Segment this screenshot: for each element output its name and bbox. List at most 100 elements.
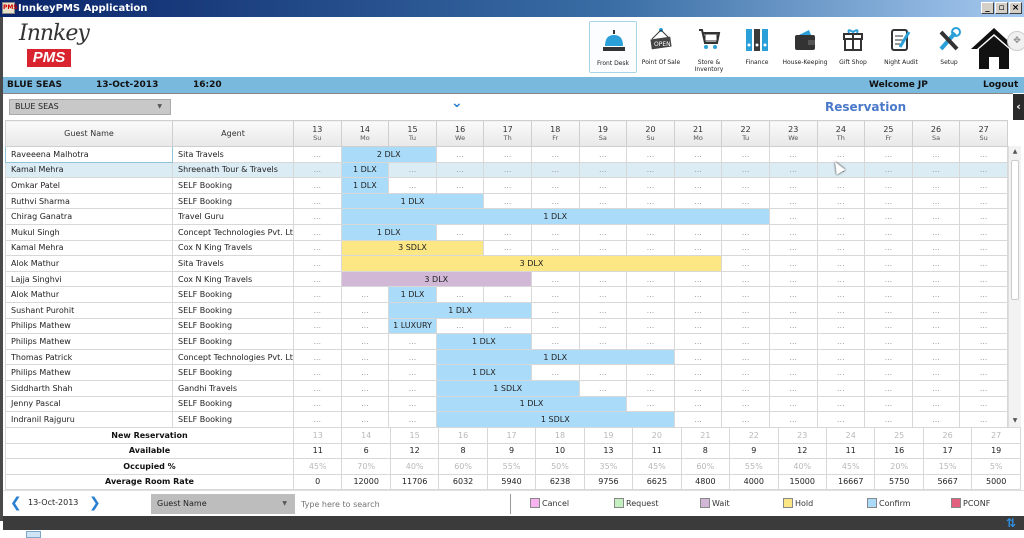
empty-date-cell[interactable]: ...: [959, 192, 1008, 210]
summary-value[interactable]: 24: [825, 427, 876, 444]
reservation-row[interactable]: Philips Mathew SELF Booking...... 1 LUXURY…: [5, 317, 1008, 335]
summary-value[interactable]: 18: [535, 427, 585, 444]
empty-date-cell[interactable]: ...: [293, 301, 342, 319]
empty-date-cell[interactable]: ...: [530, 317, 580, 335]
fullscreen-toggle-icon[interactable]: ✥: [1007, 31, 1024, 51]
guest-name-cell[interactable]: Thomas Patrick: [5, 348, 173, 366]
empty-date-cell[interactable]: ...: [293, 317, 342, 335]
empty-date-cell[interactable]: ...: [578, 286, 628, 303]
reservation-row[interactable]: Chirag Ganatra Travel Guru... 1 DLX.......…: [5, 208, 1008, 225]
empty-date-cell[interactable]: ...: [578, 317, 628, 335]
empty-date-cell[interactable]: ...: [293, 333, 342, 350]
empty-date-cell[interactable]: ...: [864, 395, 913, 413]
empty-date-cell[interactable]: ...: [340, 395, 390, 413]
empty-date-cell[interactable]: ...: [388, 379, 437, 397]
empty-date-cell[interactable]: ...: [293, 395, 342, 413]
empty-date-cell[interactable]: ...: [626, 364, 675, 381]
empty-date-cell[interactable]: ...: [340, 286, 390, 303]
empty-date-cell[interactable]: ...: [911, 177, 961, 194]
empty-date-cell[interactable]: ...: [911, 364, 961, 381]
minimize-button[interactable]: _: [981, 2, 994, 14]
empty-date-cell[interactable]: ...: [578, 333, 628, 350]
empty-date-cell[interactable]: ...: [959, 255, 1008, 272]
empty-date-cell[interactable]: ...: [911, 348, 961, 366]
module-setup[interactable]: Setup: [925, 21, 973, 73]
summary-value[interactable]: 17: [486, 427, 537, 444]
empty-date-cell[interactable]: ...: [388, 177, 437, 194]
booking-bar-wait[interactable]: 3 DLX: [340, 270, 532, 288]
booking-bar-confirm[interactable]: 1 DLX: [340, 161, 390, 179]
empty-date-cell[interactable]: ...: [911, 301, 961, 319]
module-finance[interactable]: Finance: [733, 21, 781, 73]
booking-bar-confirm[interactable]: 1 DLX: [340, 208, 770, 225]
empty-date-cell[interactable]: ...: [721, 395, 770, 413]
empty-date-cell[interactable]: ...: [673, 270, 723, 288]
empty-date-cell[interactable]: ...: [721, 348, 770, 366]
empty-date-cell[interactable]: ...: [293, 379, 342, 397]
summary-value[interactable]: 26: [922, 427, 973, 444]
empty-date-cell[interactable]: ...: [293, 348, 342, 366]
refresh-icon[interactable]: ⇅: [1006, 517, 1016, 529]
empty-date-cell[interactable]: ...: [626, 146, 675, 163]
empty-date-cell[interactable]: ...: [959, 333, 1008, 350]
summary-value[interactable]: 19: [583, 427, 634, 444]
empty-date-cell[interactable]: ...: [293, 239, 342, 257]
scroll-up-icon[interactable]: ▲: [1009, 146, 1021, 158]
empty-date-cell[interactable]: ...: [816, 301, 866, 319]
empty-date-cell[interactable]: ...: [864, 333, 913, 350]
empty-date-cell[interactable]: ...: [293, 177, 342, 194]
empty-date-cell[interactable]: ...: [959, 411, 1008, 428]
empty-date-cell[interactable]: ...: [626, 161, 675, 179]
empty-date-cell[interactable]: ...: [483, 192, 532, 210]
empty-date-cell[interactable]: ...: [959, 301, 1008, 319]
empty-date-cell[interactable]: ...: [864, 348, 913, 366]
empty-date-cell[interactable]: ...: [959, 395, 1008, 413]
empty-date-cell[interactable]: ...: [673, 364, 723, 381]
booking-bar-confirm[interactable]: 1 DLX: [435, 364, 532, 381]
empty-date-cell[interactable]: ...: [816, 333, 866, 350]
empty-date-cell[interactable]: ...: [293, 192, 342, 210]
empty-date-cell[interactable]: ...: [768, 146, 818, 163]
empty-date-cell[interactable]: ...: [340, 379, 390, 397]
empty-date-cell[interactable]: ...: [626, 395, 675, 413]
empty-date-cell[interactable]: ...: [340, 364, 390, 381]
empty-date-cell[interactable]: ...: [673, 161, 723, 179]
empty-date-cell[interactable]: ...: [388, 364, 437, 381]
empty-date-cell[interactable]: ...: [721, 333, 770, 350]
guest-name-cell[interactable]: Alok Mathur: [5, 286, 173, 303]
empty-date-cell[interactable]: ...: [578, 192, 628, 210]
empty-date-cell[interactable]: ...: [293, 411, 342, 428]
guest-name-cell[interactable]: Philips Mathew: [5, 317, 173, 335]
guest-name-cell[interactable]: Raveeena Malhotra: [5, 146, 173, 163]
summary-value[interactable]: 21: [680, 427, 731, 444]
summary-value[interactable]: 15: [389, 427, 440, 444]
booking-bar-confirm[interactable]: 1 DLX: [435, 395, 628, 413]
guest-name-cell[interactable]: Philips Mathew: [5, 364, 173, 381]
guest-name-cell[interactable]: Chirag Ganatra: [5, 208, 173, 225]
empty-date-cell[interactable]: ...: [340, 348, 390, 366]
empty-date-cell[interactable]: ...: [864, 286, 913, 303]
empty-date-cell[interactable]: ...: [673, 348, 723, 366]
empty-date-cell[interactable]: ...: [435, 286, 485, 303]
empty-date-cell[interactable]: ...: [293, 286, 342, 303]
empty-date-cell[interactable]: ...: [768, 223, 818, 241]
empty-date-cell[interactable]: ...: [959, 270, 1008, 288]
reservation-row[interactable]: Jenny Pascal SELF Booking......... 1 DLX..…: [5, 395, 1008, 413]
empty-date-cell[interactable]: ...: [530, 364, 580, 381]
empty-date-cell[interactable]: ...: [388, 395, 437, 413]
empty-date-cell[interactable]: ...: [626, 177, 675, 194]
guest-name-cell[interactable]: Jenny Pascal: [5, 395, 173, 413]
empty-date-cell[interactable]: ...: [530, 286, 580, 303]
reservation-row[interactable]: Sushant Purohit SELF Booking...... 1 DLX..…: [5, 301, 1008, 319]
empty-date-cell[interactable]: ...: [721, 161, 770, 179]
chevron-down-icon[interactable]: ⌄: [451, 96, 465, 110]
reservation-row[interactable]: Philips Mathew SELF Booking......... 1 DLX…: [5, 364, 1008, 381]
empty-date-cell[interactable]: ...: [483, 146, 532, 163]
booking-bar-confirm[interactable]: 1 DLX: [435, 333, 532, 350]
empty-date-cell[interactable]: ...: [435, 317, 485, 335]
empty-date-cell[interactable]: ...: [530, 223, 580, 241]
reservation-row[interactable]: Omkar Patel SELF Booking... 1 DLX.........…: [5, 177, 1008, 194]
empty-date-cell[interactable]: ...: [578, 379, 628, 397]
empty-date-cell[interactable]: ...: [721, 255, 770, 272]
reservation-row[interactable]: Kamal Mehra Shreenath Tour & Travels... 1 …: [5, 161, 1008, 179]
